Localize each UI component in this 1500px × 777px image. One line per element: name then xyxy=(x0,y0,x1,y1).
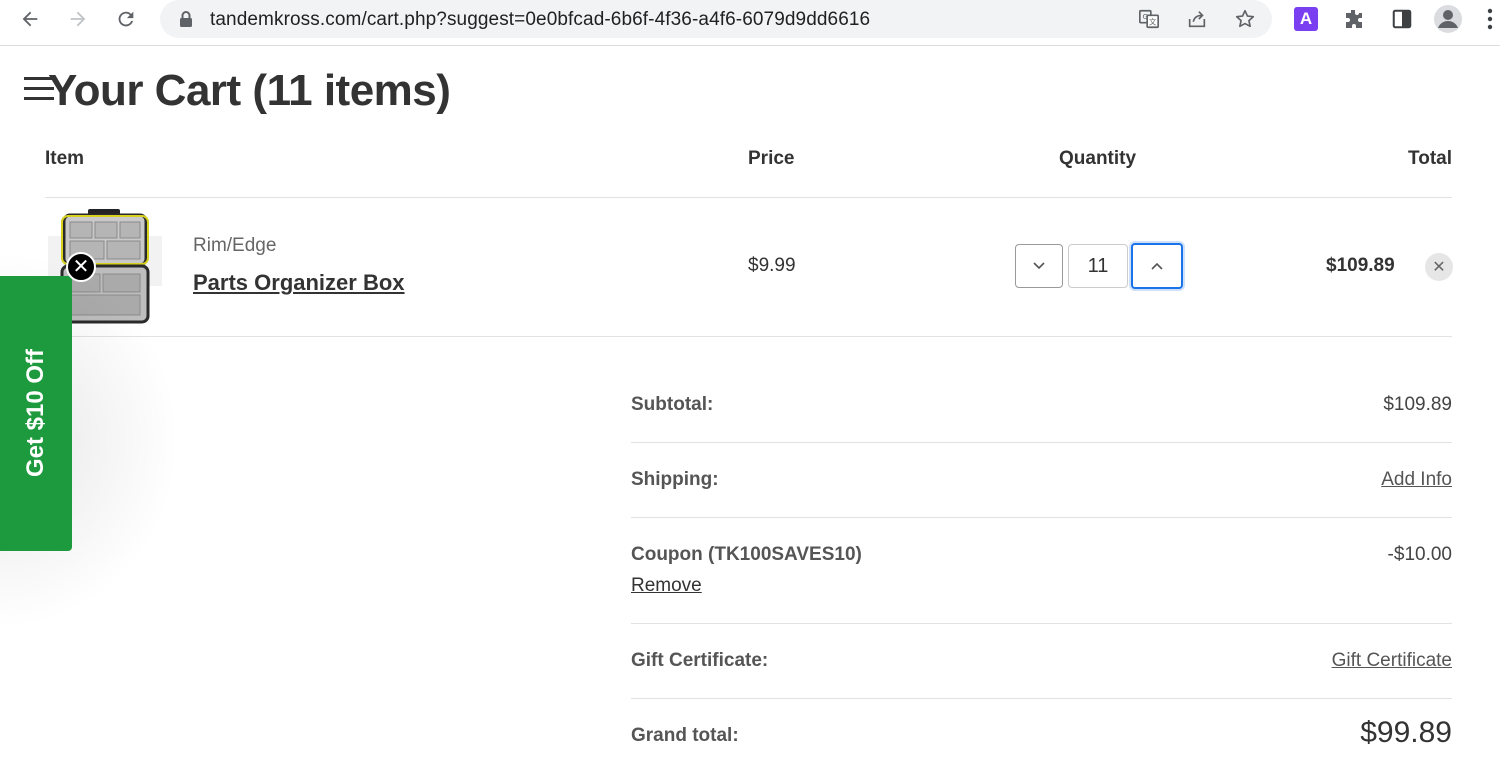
extension-a-button[interactable]: A xyxy=(1291,5,1321,33)
coupon-value: -$10.00 xyxy=(1387,544,1452,565)
column-header-quantity: Quantity xyxy=(1059,148,1137,169)
reload-icon xyxy=(118,11,134,27)
column-header-price: Price xyxy=(748,148,795,169)
url-text: tandemkross.com/cart.php?suggest=0e0bfca… xyxy=(210,9,871,30)
totals-divider xyxy=(631,623,1452,624)
gift-certificate-label: Gift Certificate: xyxy=(631,650,769,671)
promo-label: Get $10 Off xyxy=(22,348,49,478)
item-divider xyxy=(45,336,1452,337)
back-button[interactable] xyxy=(13,5,47,33)
browser-toolbar: tandemkross.com/cart.php?suggest=0e0bfca… xyxy=(0,0,1500,46)
grand-total-label: Grand total: xyxy=(631,725,739,746)
translate-icon: 文 G xyxy=(1139,9,1159,29)
address-bar[interactable]: tandemkross.com/cart.php?suggest=0e0bfca… xyxy=(160,0,1272,38)
subtotal-value: $109.89 xyxy=(1383,394,1452,415)
column-header-item: Item xyxy=(45,148,85,169)
lock-icon xyxy=(180,11,192,27)
kebab-menu-icon xyxy=(1487,8,1493,30)
translate-button[interactable]: 文 G xyxy=(1136,7,1162,31)
share-button[interactable] xyxy=(1184,7,1210,31)
remove-item-button[interactable]: ✕ xyxy=(1425,253,1453,281)
extension-a-icon: A xyxy=(1294,7,1318,31)
close-icon: ✕ xyxy=(1432,259,1446,276)
product-unit-price: $9.99 xyxy=(748,255,796,276)
puzzle-icon xyxy=(1346,10,1362,28)
extensions-button[interactable] xyxy=(1339,5,1369,33)
shipping-add-info-link[interactable]: Add Info xyxy=(1381,469,1452,491)
quantity-decrease-button[interactable] xyxy=(1015,244,1063,288)
line-total: $109.89 xyxy=(1326,255,1395,276)
chevron-down-icon xyxy=(1033,262,1045,270)
totals-divider xyxy=(631,698,1452,699)
star-icon xyxy=(1235,9,1255,28)
subtotal-label: Subtotal: xyxy=(631,394,714,415)
quantity-increase-button[interactable] xyxy=(1131,243,1183,289)
svg-text:文: 文 xyxy=(1149,18,1157,27)
grand-total-value: $99.89 xyxy=(1360,716,1452,749)
shipping-label: Shipping: xyxy=(631,469,719,490)
forward-button[interactable] xyxy=(61,5,95,33)
page-title: Your Cart (11 items) xyxy=(48,66,451,115)
remove-coupon-link[interactable]: Remove xyxy=(631,575,702,597)
profile-button[interactable] xyxy=(1433,5,1463,33)
header-divider xyxy=(45,197,1452,198)
chevron-up-icon xyxy=(1151,262,1163,270)
coupon-label: Coupon (TK100SAVES10) xyxy=(631,544,862,565)
profile-icon xyxy=(1434,5,1462,33)
reload-button[interactable] xyxy=(109,5,143,33)
side-panel-icon xyxy=(1392,9,1412,29)
product-name-link[interactable]: Parts Organizer Box xyxy=(193,270,405,296)
share-icon xyxy=(1188,11,1206,28)
close-promo-button[interactable]: ✕ xyxy=(66,252,96,282)
arrow-right-icon xyxy=(70,11,86,27)
side-panel-button[interactable] xyxy=(1387,5,1417,33)
arrow-left-icon xyxy=(22,11,38,27)
svg-text:G: G xyxy=(1142,12,1148,21)
browser-menu-button[interactable] xyxy=(1480,5,1500,33)
bookmark-button[interactable] xyxy=(1232,7,1258,31)
gift-certificate-link[interactable]: Gift Certificate xyxy=(1332,650,1452,672)
close-icon: ✕ xyxy=(72,256,90,278)
product-brand: Rim/Edge xyxy=(193,235,277,256)
totals-divider xyxy=(631,517,1452,518)
column-header-total: Total xyxy=(1408,148,1452,169)
totals-divider xyxy=(631,442,1452,443)
quantity-input[interactable] xyxy=(1068,244,1128,288)
